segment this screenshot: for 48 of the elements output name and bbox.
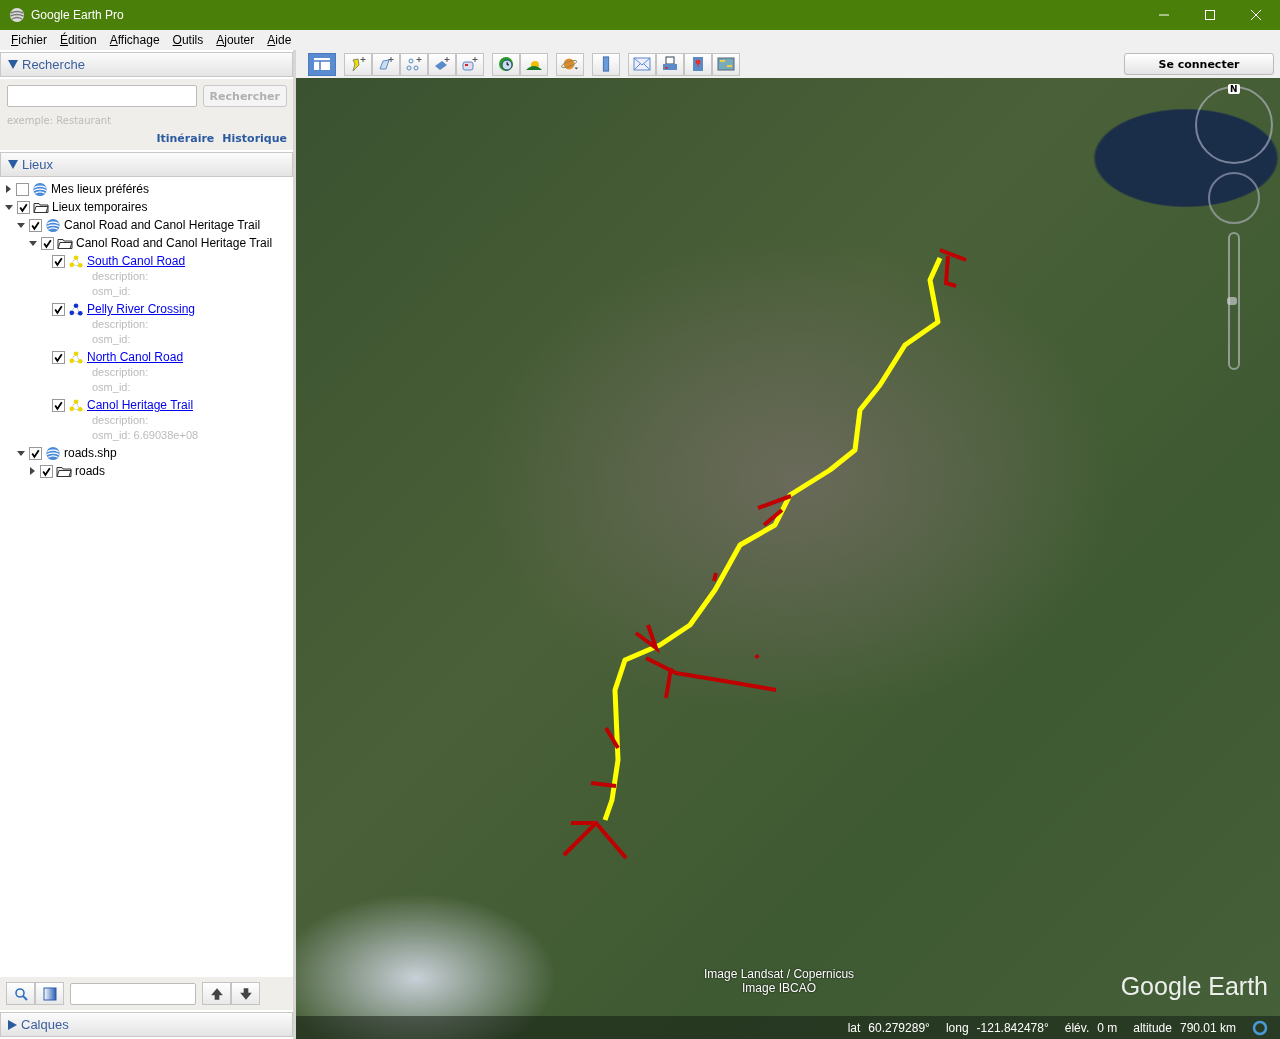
status-value: -121.842478° — [976, 1020, 1049, 1035]
status-label: lat — [847, 1020, 861, 1035]
menu-item[interactable]: Ajouter — [216, 33, 255, 47]
tree-item[interactable]: Lieux temporaires — [52, 200, 148, 214]
menu-item[interactable]: Édition — [60, 33, 97, 47]
menu-item[interactable]: Affichage — [109, 33, 160, 47]
panel-link[interactable]: Itinéraire — [156, 132, 215, 145]
place-detail: osm_id: — [91, 285, 132, 299]
place-detail: description: — [91, 270, 150, 284]
tree-item[interactable]: Canol Road and Canol Heritage Trail — [76, 236, 273, 250]
sign-in-button[interactable]: Se connecter — [1124, 53, 1274, 75]
place-detail: description: — [91, 366, 150, 380]
status-label: long — [945, 1020, 969, 1035]
status-label: altitude — [1133, 1020, 1172, 1035]
place-link[interactable]: North Canol Road — [87, 350, 184, 364]
place-detail: description: — [91, 318, 150, 332]
place-link[interactable]: Canol Heritage Trail — [87, 398, 194, 412]
place-detail: osm_id: 6.69038e+08 — [91, 429, 200, 443]
panel-link[interactable]: Historique — [222, 132, 287, 145]
menu-item[interactable]: Aide — [267, 33, 292, 47]
menu-item[interactable]: Outils — [172, 33, 204, 47]
place-detail: osm_id: — [91, 333, 132, 347]
places-panel-header[interactable]: Lieux — [0, 152, 293, 177]
imagery-credit: Image IBCAO — [741, 981, 818, 995]
window-title: Google Earth Pro — [31, 8, 124, 22]
tree-item[interactable]: Mes lieux préférés — [51, 182, 150, 196]
tree-item[interactable]: roads.shp — [64, 446, 117, 460]
tree-item[interactable]: Canol Road and Canol Heritage Trail — [64, 218, 261, 232]
satellite-map[interactable]: N Image Landsat / Copernicus Image IBCAO Google Earth lat 60.279289° long -121.842478° élév. 0 m altitude 790.01 km — [296, 78, 1280, 1039]
layers-panel-header[interactable]: Calques — [0, 1012, 293, 1037]
status-value: 0 m — [1097, 1020, 1118, 1035]
panel-title: Lieux — [22, 157, 54, 172]
search-panel-header[interactable]: Recherche — [0, 52, 293, 77]
place-detail: osm_id: — [91, 381, 132, 395]
status-label: élév. — [1064, 1020, 1090, 1035]
logo-text: Google Earth — [1120, 972, 1268, 1001]
tree-item[interactable]: roads — [75, 464, 106, 478]
imagery-credit: Image Landsat / Copernicus — [704, 967, 855, 981]
place-link[interactable]: Pelly River Crossing — [87, 302, 196, 316]
status-value: 60.279289° — [868, 1020, 930, 1035]
panel-title: Calques — [21, 1017, 69, 1032]
menu-item[interactable]: Fichier — [11, 33, 48, 47]
panel-title: Recherche — [22, 57, 85, 72]
look-control[interactable]: N — [1195, 86, 1273, 164]
place-detail: description: — [91, 414, 150, 428]
place-link[interactable]: South Canol Road — [87, 254, 186, 268]
compass-north-label: N — [1228, 84, 1240, 94]
status-value: 790.01 km — [1179, 1020, 1236, 1035]
